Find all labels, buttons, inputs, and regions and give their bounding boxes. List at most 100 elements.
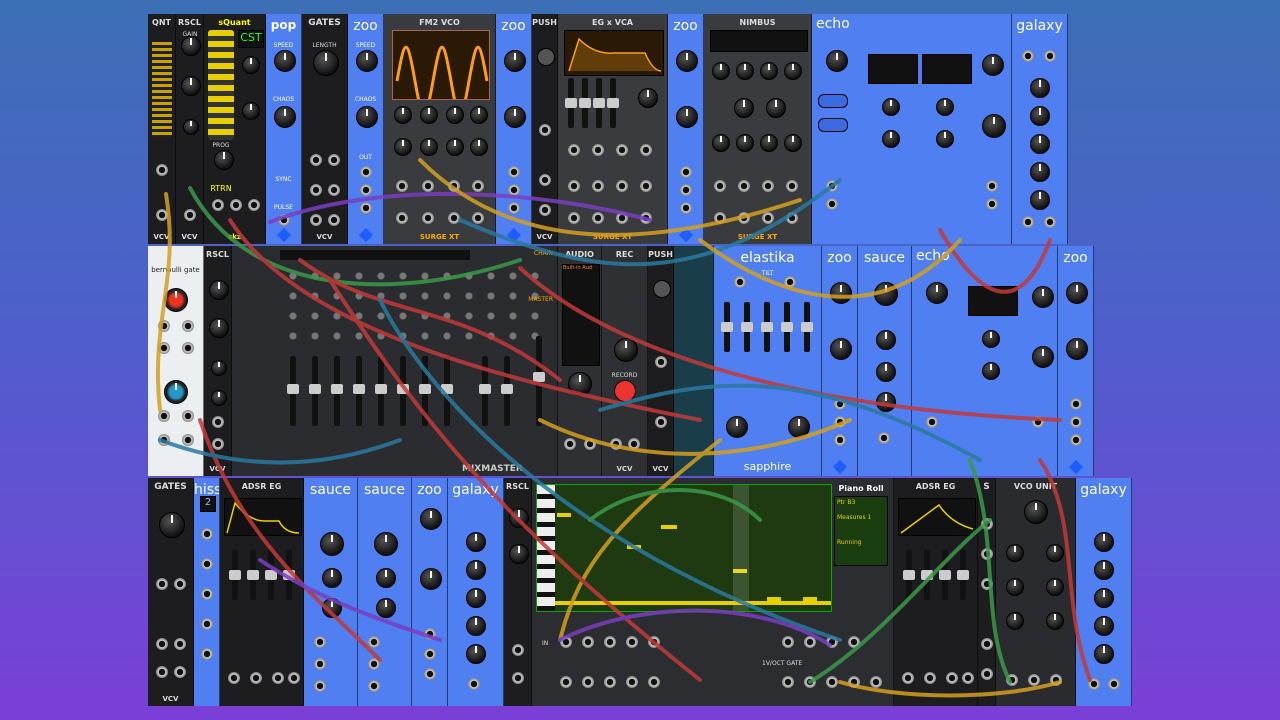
nimbus-jack-2[interactable] bbox=[738, 212, 750, 224]
audio-level-knob[interactable] bbox=[568, 372, 592, 396]
hiss-out-3-jack[interactable] bbox=[201, 588, 213, 600]
zoo-z-jack[interactable] bbox=[834, 434, 846, 446]
fm2-vco-module[interactable]: FM2 VCO SURGE XT bbox=[384, 14, 496, 244]
adsr2-gate-jack[interactable] bbox=[924, 672, 936, 684]
adsr-env-jack[interactable] bbox=[288, 672, 300, 684]
eg-left-out-jack[interactable] bbox=[616, 212, 628, 224]
offset-knob[interactable] bbox=[509, 544, 529, 564]
vco-sync-jack[interactable] bbox=[1028, 674, 1040, 686]
rtrg-in-jack[interactable] bbox=[826, 636, 838, 648]
zoo-x-jack[interactable] bbox=[508, 166, 520, 178]
rel-slider[interactable] bbox=[283, 550, 295, 600]
fader-1[interactable] bbox=[287, 356, 299, 426]
vco-voct-jack[interactable] bbox=[1006, 674, 1018, 686]
mixmaster-module[interactable]: CHAIN MASTER MIXMASTER bbox=[232, 246, 558, 476]
gates2-jack-5[interactable] bbox=[156, 666, 168, 678]
fader-aux-1[interactable] bbox=[479, 356, 491, 426]
push-jack[interactable] bbox=[539, 174, 551, 186]
chaos-knob[interactable] bbox=[504, 106, 526, 128]
zoo-z-jack[interactable] bbox=[680, 202, 692, 214]
clk-out-jack[interactable] bbox=[560, 676, 572, 688]
push-button[interactable] bbox=[653, 280, 671, 298]
speed-knob[interactable] bbox=[356, 50, 378, 72]
speed-knob[interactable] bbox=[274, 50, 296, 72]
zoo-module-5[interactable]: zoo bbox=[1058, 246, 1094, 476]
speed-knob[interactable] bbox=[420, 508, 442, 530]
prog-knob[interactable] bbox=[214, 150, 234, 170]
s-jack-5[interactable] bbox=[981, 668, 993, 680]
sustain-slider[interactable] bbox=[593, 78, 605, 128]
span-slider[interactable] bbox=[761, 302, 773, 352]
release-slider[interactable] bbox=[607, 78, 619, 128]
sus-slider[interactable] bbox=[939, 550, 951, 600]
detune-knob[interactable] bbox=[466, 588, 486, 608]
rscl3-in-jack[interactable] bbox=[512, 644, 524, 656]
size-knob[interactable] bbox=[736, 62, 754, 80]
squant-keyboard[interactable] bbox=[208, 30, 234, 140]
note[interactable] bbox=[661, 525, 677, 529]
nimbus-mod2-jack[interactable] bbox=[738, 180, 750, 192]
zoo-x-jack[interactable] bbox=[680, 166, 692, 178]
hiss-out-1-jack[interactable] bbox=[201, 528, 213, 540]
gates-jack-5[interactable] bbox=[310, 214, 322, 226]
sauce2-lp-jack[interactable] bbox=[314, 636, 326, 648]
time-knob[interactable] bbox=[982, 330, 1000, 348]
curl-slider[interactable] bbox=[781, 302, 793, 352]
gates-module-2[interactable]: GATES VCV bbox=[148, 478, 194, 706]
bernoulli-prob-knob-2[interactable] bbox=[164, 380, 188, 404]
eg-right-in-jack[interactable] bbox=[592, 212, 604, 224]
rscl-out-jack[interactable] bbox=[184, 209, 196, 221]
att-slider[interactable] bbox=[903, 550, 915, 600]
zoo-y-jack[interactable] bbox=[1070, 416, 1082, 428]
size-knob[interactable] bbox=[1094, 616, 1114, 636]
rscl2-in-jack[interactable] bbox=[212, 416, 224, 428]
ratio-knob[interactable] bbox=[470, 106, 488, 124]
loop-bar[interactable] bbox=[555, 601, 831, 605]
gate-out-jack[interactable] bbox=[804, 676, 816, 688]
att-slider[interactable] bbox=[229, 550, 241, 600]
s-jack-4[interactable] bbox=[981, 638, 993, 650]
audio-module[interactable]: AUDIO Built-in Aud bbox=[558, 246, 602, 476]
fric-slider[interactable] bbox=[721, 302, 733, 352]
mix-knob[interactable] bbox=[1030, 190, 1050, 210]
zoo-module-1[interactable]: zoo SPEED CHAOS OUT bbox=[348, 14, 384, 244]
freq-knob[interactable] bbox=[320, 532, 344, 556]
mix-knob[interactable] bbox=[876, 362, 896, 382]
piano-keys[interactable] bbox=[537, 485, 555, 611]
nimbus-jack-4[interactable] bbox=[786, 212, 798, 224]
echo-in-l-jack[interactable] bbox=[826, 180, 838, 192]
speed-knob[interactable] bbox=[830, 282, 852, 304]
reset-jack[interactable] bbox=[582, 636, 594, 648]
clk-jack[interactable] bbox=[560, 636, 572, 648]
frz-button[interactable] bbox=[818, 94, 848, 108]
galaxy-out-r-jack[interactable] bbox=[1044, 216, 1056, 228]
echo2-in-jack[interactable] bbox=[926, 416, 938, 428]
hiss-out-4-jack[interactable] bbox=[201, 618, 213, 630]
vco-out-jack[interactable] bbox=[1050, 674, 1062, 686]
gates2-jack-4[interactable] bbox=[174, 638, 186, 650]
echo-out-r-jack[interactable] bbox=[986, 198, 998, 210]
rec-right-jack[interactable] bbox=[628, 438, 640, 450]
chaos-knob[interactable] bbox=[420, 568, 442, 590]
rec-out-jack[interactable] bbox=[648, 676, 660, 688]
size-knob[interactable] bbox=[466, 616, 486, 636]
gates2-jack-6[interactable] bbox=[174, 666, 186, 678]
squant-in-jack[interactable] bbox=[230, 199, 242, 211]
mix-knob[interactable] bbox=[1094, 644, 1114, 664]
fader-8[interactable] bbox=[441, 356, 453, 426]
push-button[interactable] bbox=[537, 48, 555, 66]
lin-fm-knob[interactable] bbox=[1006, 612, 1024, 630]
density-knob[interactable] bbox=[784, 62, 802, 80]
bernoulli-in-1-jack[interactable] bbox=[158, 320, 170, 332]
adsr2-push-jack[interactable] bbox=[902, 672, 914, 684]
texture-knob[interactable] bbox=[734, 98, 754, 118]
octave-knob[interactable] bbox=[1006, 544, 1024, 562]
pattern-label[interactable]: Ptr B3 bbox=[837, 499, 885, 506]
replace-knob[interactable] bbox=[1094, 532, 1114, 552]
sauce3-bp-jack[interactable] bbox=[368, 658, 380, 670]
pan-knob[interactable] bbox=[982, 362, 1000, 380]
push-hold-jack[interactable] bbox=[539, 124, 551, 136]
reverb-knob[interactable] bbox=[760, 134, 778, 152]
mix-knob[interactable] bbox=[466, 644, 486, 664]
offset-knob[interactable] bbox=[181, 76, 201, 96]
